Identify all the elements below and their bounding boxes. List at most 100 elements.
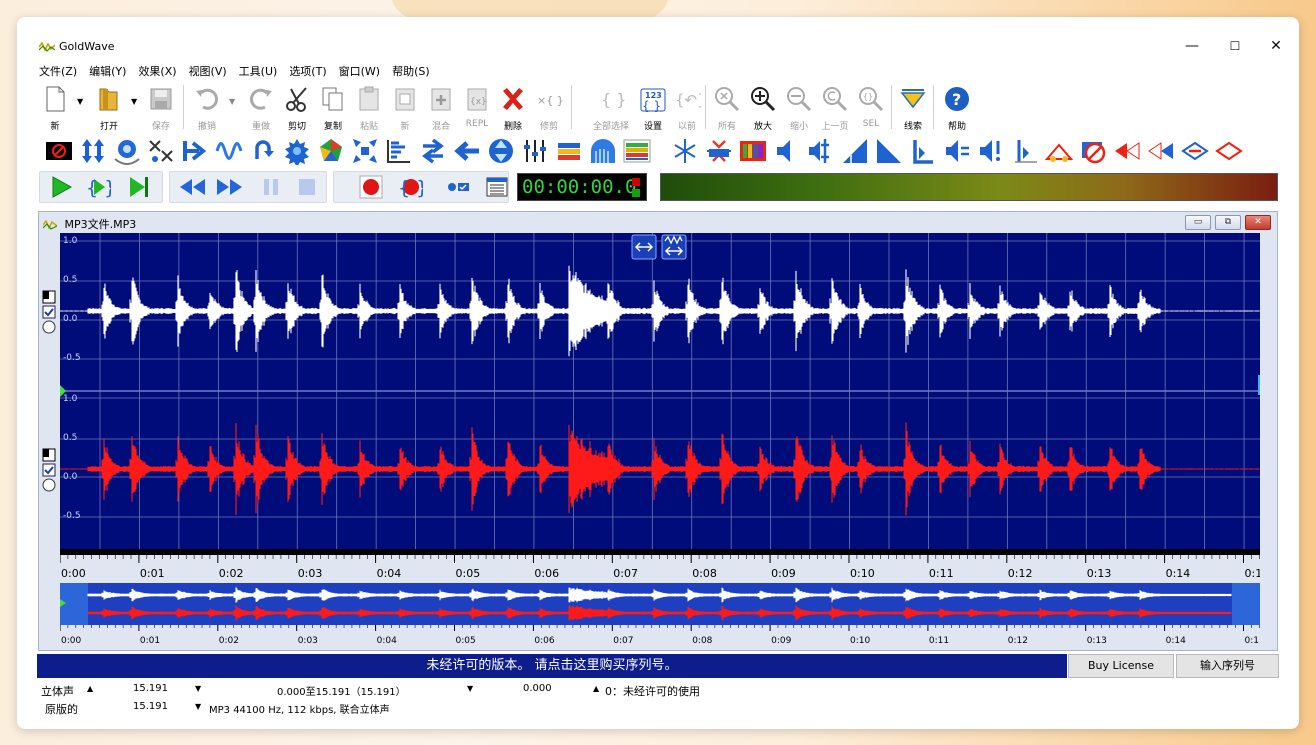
time-ruler[interactable]: 0:00 0:01 0:02 0:03 0:04 0:05 0:06 0:07 0:08 0:09… (59, 555, 1262, 581)
menu-file[interactable]: 文件(Z) (39, 63, 77, 79)
stop-button[interactable] (295, 175, 319, 199)
wave-effect-icon[interactable] (215, 137, 243, 165)
cue-point-icon[interactable] (909, 137, 937, 165)
menu-options[interactable]: 选项(T) (289, 63, 326, 79)
original-dropdown-icon[interactable]: ▼ (195, 702, 201, 711)
dynamics-icon[interactable] (317, 137, 345, 165)
volume-shape-icon[interactable] (487, 137, 515, 165)
select-all-button[interactable]: { } 全部选择 (593, 83, 629, 132)
trim-button[interactable]: ×{ } 修剪 (531, 83, 567, 132)
stereo-right-icon[interactable] (1147, 137, 1175, 165)
selection-dropdown-icon[interactable]: ▼ (467, 684, 473, 693)
maximize-button[interactable]: ☐ (1222, 37, 1248, 55)
pause-button[interactable] (259, 175, 283, 199)
volume-down-icon[interactable] (943, 137, 971, 165)
new-button[interactable]: 新 (37, 83, 73, 132)
zoom-previous-button[interactable]: 上一页 (817, 83, 853, 132)
menu-effects[interactable]: 效果(X) (138, 63, 176, 79)
waveform-canvas[interactable]: 1.0 0.5 0.0 -0.5 1.0 0.5 0.0 -0.5 (60, 233, 1260, 555)
zoom-in-button[interactable]: 放大 (745, 83, 781, 132)
length-dropdown-icon[interactable]: ▼ (195, 684, 201, 693)
cut-button[interactable]: 剪切 (279, 83, 315, 132)
rewind-button[interactable] (177, 175, 207, 199)
channel-volume-icon[interactable] (773, 137, 801, 165)
save-button[interactable]: 保存 (143, 83, 179, 132)
right-channel-solo-icon[interactable] (42, 478, 56, 492)
menu-edit[interactable]: 编辑(Y) (89, 63, 126, 79)
mixer-icon[interactable] (521, 137, 549, 165)
noise-reduction-icon[interactable] (555, 137, 583, 165)
balance-icon[interactable] (807, 137, 835, 165)
open-dropdown-icon[interactable]: ▼ (131, 97, 137, 106)
fade-in-icon[interactable] (181, 137, 209, 165)
stereo-left-icon[interactable] (1113, 137, 1141, 165)
buy-license-button[interactable]: Buy License (1068, 654, 1174, 678)
left-channel-checkbox[interactable] (42, 305, 56, 319)
close-button[interactable]: ✕ (1263, 37, 1289, 55)
zoom-out-button[interactable]: 缩小 (781, 83, 817, 132)
enter-serial-button[interactable]: 输入序列号 (1176, 654, 1279, 678)
no-effect-icon[interactable] (1079, 137, 1107, 165)
undo-dropdown-icon[interactable]: ▼ (229, 97, 235, 106)
fade-in-shape-icon[interactable] (875, 137, 903, 165)
monitor-button[interactable] (443, 175, 473, 199)
zoom-marker-icon[interactable] (661, 234, 687, 260)
stop-effect-icon[interactable] (45, 137, 73, 165)
resample-icon[interactable] (671, 137, 699, 165)
redo-button[interactable]: 重做 (243, 83, 279, 132)
pitch-icon[interactable] (589, 137, 617, 165)
replace-button[interactable]: {x} REPL (459, 83, 495, 131)
right-channel-checkbox[interactable] (42, 463, 56, 477)
menu-window[interactable]: 窗口(W) (339, 63, 380, 79)
mix-button[interactable]: 混合 (423, 83, 459, 132)
menu-help[interactable]: 帮助(S) (392, 63, 430, 79)
offset-icon[interactable] (705, 137, 733, 165)
compressor-icon[interactable] (283, 137, 311, 165)
spectrogram-icon[interactable] (739, 137, 767, 165)
right-channel-mode-icon[interactable] (42, 448, 56, 462)
fast-forward-button[interactable] (215, 175, 245, 199)
loop-icon[interactable] (249, 137, 277, 165)
overview-waveform[interactable]: 0:00 0:01 0:02 0:03 0:04 0:05 0:06 0:07 0:08 0:09… (59, 583, 1260, 649)
play-to-end-button[interactable] (127, 175, 151, 199)
expand-icon[interactable] (351, 137, 379, 165)
help-button[interactable]: ? 帮助 (939, 83, 975, 132)
waveform-view[interactable]: 1.0 0.5 0.0 -0.5 1.0 0.5 0.0 -0.5 (60, 233, 1260, 555)
copy-button[interactable]: 复制 (315, 83, 351, 132)
spectrum-filter-icon[interactable] (623, 137, 651, 165)
equalizer-icon[interactable] (385, 137, 413, 165)
menu-tools[interactable]: 工具(U) (239, 63, 278, 79)
doppler-icon[interactable] (79, 137, 107, 165)
filter-icon[interactable] (147, 137, 175, 165)
minimize-button[interactable]: — (1179, 37, 1205, 55)
record-selection-button[interactable]: { } (399, 175, 423, 199)
left-channel-mode-icon[interactable] (42, 290, 56, 304)
fade-out-icon[interactable] (841, 137, 869, 165)
echo-icon[interactable] (113, 137, 141, 165)
zoom-selection-button[interactable]: {} SEL (853, 83, 889, 131)
paste-new-button[interactable]: 新 (387, 83, 423, 132)
left-channel-solo-icon[interactable] (42, 320, 56, 334)
undo-button[interactable]: 撤销 (189, 83, 225, 132)
volume-max-icon[interactable] (977, 137, 1005, 165)
status-channels[interactable]: 立体声 (41, 683, 74, 699)
open-button[interactable]: 打开 (91, 83, 127, 132)
control-properties-button[interactable] (485, 175, 509, 199)
stereo-mono-icon[interactable] (1215, 137, 1243, 165)
selection-marker-icon[interactable] (631, 234, 657, 260)
play-button[interactable] (49, 175, 73, 199)
cue-button[interactable]: 线索 (895, 83, 931, 132)
document-minimize-button[interactable]: ▭ (1185, 215, 1211, 230)
new-dropdown-icon[interactable]: ▼ (77, 97, 83, 106)
record-button[interactable] (359, 175, 383, 199)
previous-button[interactable]: {↶} 以前 (669, 83, 705, 132)
document-restore-button[interactable]: ⧉ (1215, 215, 1241, 230)
reverse-icon[interactable] (453, 137, 481, 165)
stereo-wide-icon[interactable] (1181, 137, 1209, 165)
document-close-button[interactable]: ✕ (1245, 215, 1271, 230)
license-banner[interactable]: 未经许可的版本。 请点击这里购买序列号。 (37, 654, 1067, 678)
zoom-all-button[interactable]: 所有 (709, 83, 745, 132)
menu-view[interactable]: 视图(V) (189, 63, 227, 79)
play-selection-button[interactable]: { } (87, 175, 111, 199)
auto-trim-icon[interactable] (1045, 137, 1073, 165)
